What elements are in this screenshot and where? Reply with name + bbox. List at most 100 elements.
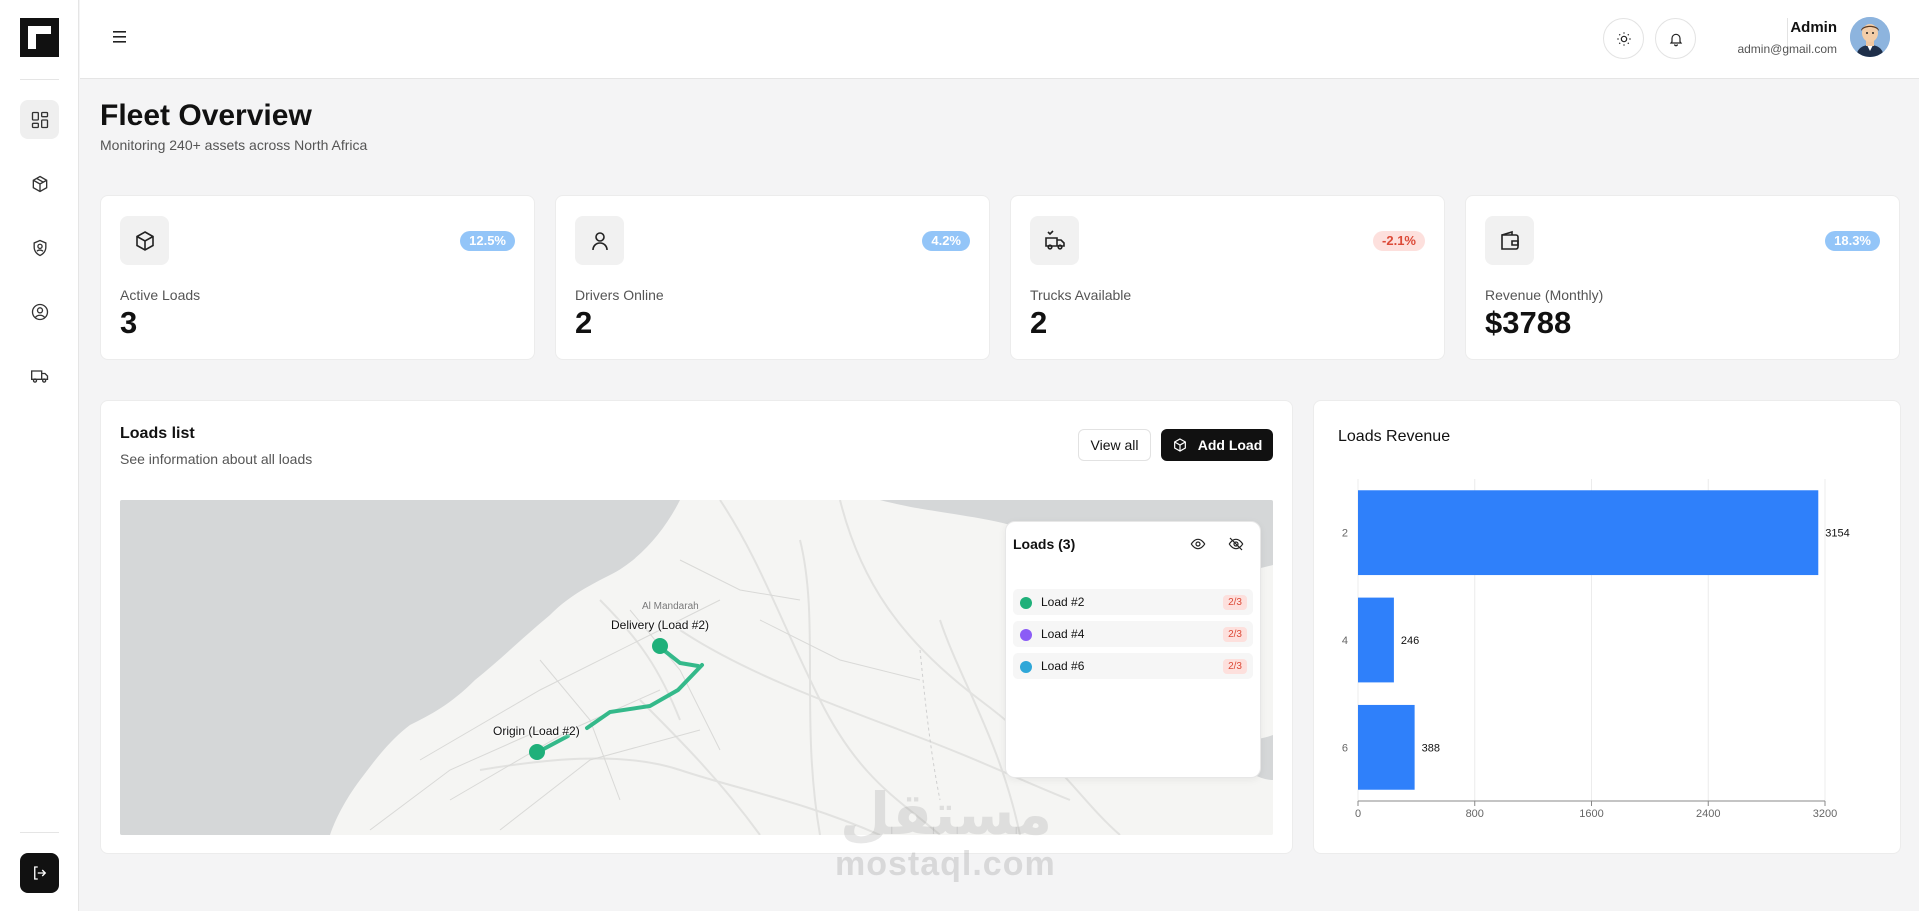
eye-icon (1190, 538, 1206, 550)
sidebar-divider (20, 832, 59, 833)
page-subtitle: Monitoring 240+ assets across North Afri… (100, 137, 368, 153)
load-count-badge: 2/3 (1223, 659, 1247, 674)
user-email: admin@gmail.com (1737, 42, 1837, 56)
shield-user-icon (33, 239, 46, 256)
load-name: Load #2 (1041, 595, 1085, 609)
stat-value: $3788 (1485, 305, 1572, 340)
stat-label: Revenue (Monthly) (1485, 287, 1604, 303)
data-label: 3154 (1825, 528, 1849, 540)
data-label: 388 (1422, 742, 1440, 754)
theme-toggle-button[interactable] (1603, 18, 1644, 59)
nav-drivers[interactable] (20, 292, 59, 331)
user-name: Admin (1790, 19, 1837, 36)
add-load-button[interactable]: Add Load (1161, 429, 1273, 461)
loads-list-card: Loads list See information about all loa… (100, 400, 1293, 854)
stat-card-trucks-available: -2.1% Trucks Available 2 (1010, 195, 1445, 360)
stat-icon (575, 216, 624, 265)
load-item[interactable]: Load #6 2/3 (1013, 653, 1253, 679)
stat-card-active-loads: 12.5% Active Loads 3 (100, 195, 535, 360)
delivery-marker[interactable] (652, 638, 668, 654)
x-tick-label: 0 (1355, 808, 1361, 820)
y-tick-label: 6 (1342, 742, 1348, 754)
load-color-dot (1020, 629, 1032, 641)
x-tick-label: 1600 (1579, 808, 1603, 820)
delivery-label: Delivery (Load #2) (611, 618, 710, 632)
stat-value: 3 (120, 305, 138, 340)
avatar-image (1850, 17, 1890, 57)
stat-value: 2 (575, 305, 593, 340)
x-tick-label: 2400 (1696, 808, 1720, 820)
bell-icon (1669, 33, 1682, 46)
box-icon (1173, 438, 1186, 452)
load-name: Load #6 (1041, 659, 1085, 673)
map-place-label: Al Mandarah (642, 601, 699, 612)
hide-all-button[interactable] (1226, 534, 1246, 554)
user-circle-icon (31, 303, 48, 320)
stat-value: 2 (1030, 305, 1048, 340)
y-tick-label: 2 (1342, 528, 1348, 540)
watermark: mostaql.com (835, 845, 1056, 883)
data-label: 246 (1401, 635, 1419, 647)
loads-panel-title: Loads (3) (1013, 536, 1076, 552)
nav-dashboard[interactable] (20, 100, 59, 139)
load-name: Load #4 (1041, 627, 1085, 641)
bar (1358, 597, 1394, 683)
app-logo[interactable] (20, 18, 59, 57)
truck-icon (30, 369, 48, 383)
user-icon (591, 231, 608, 250)
logout-button[interactable] (20, 853, 59, 893)
hamburger-icon (113, 31, 126, 43)
loads-revenue-card: Loads Revenue 0 800 1600 2400 3200 2 3154 4 246 6… (1313, 400, 1901, 854)
sidebar-divider (20, 79, 59, 80)
logout-icon (33, 866, 46, 880)
top-header: Admin admin@gmail.com (80, 0, 1919, 79)
watermark-arabic: مستقل (840, 782, 1053, 847)
change-badge: -2.1% (1373, 231, 1425, 251)
origin-marker[interactable] (529, 744, 545, 760)
sidebar (0, 0, 79, 911)
change-badge: 12.5% (460, 231, 515, 251)
nav-loads[interactable] (20, 164, 59, 203)
eye-off-icon (1228, 537, 1244, 551)
menu-toggle-button[interactable] (110, 27, 130, 47)
stat-label: Active Loads (120, 287, 201, 303)
add-load-label: Add Load (1197, 437, 1263, 453)
bar (1358, 490, 1819, 576)
wallet-icon (1500, 230, 1519, 250)
nav-trucks[interactable] (20, 356, 59, 395)
stat-card-drivers-online: 4.2% Drivers Online 2 (555, 195, 990, 360)
load-count-badge: 2/3 (1223, 627, 1247, 642)
load-item[interactable]: Load #2 2/3 (1013, 589, 1253, 615)
box-icon (135, 230, 154, 251)
sun-icon (1616, 31, 1631, 46)
x-tick-label: 3200 (1813, 808, 1837, 820)
loads-list-subtitle: See information about all loads (120, 451, 313, 467)
load-color-dot (1020, 661, 1032, 673)
change-badge: 4.2% (922, 231, 970, 251)
load-count-badge: 2/3 (1223, 595, 1247, 610)
stat-label: Drivers Online (575, 287, 664, 303)
avatar[interactable] (1850, 17, 1890, 57)
revenue-chart: 0 800 1600 2400 3200 2 3154 4 246 6 388 (1342, 479, 1850, 820)
loads-list-title: Loads list (120, 425, 195, 442)
stat-card-revenue: 18.3% Revenue (Monthly) $3788 (1465, 195, 1900, 360)
stat-icon (1485, 216, 1534, 265)
notifications-button[interactable] (1655, 18, 1696, 59)
y-tick-label: 4 (1342, 635, 1348, 647)
loads-map[interactable]: Al Mandarah Delivery (Load #2) Origin (L… (120, 500, 1273, 835)
stat-icon (120, 216, 169, 265)
dashboard-icon (31, 111, 48, 128)
show-all-button[interactable] (1188, 534, 1208, 554)
nav-security[interactable] (20, 228, 59, 267)
x-tick-label: 800 (1466, 808, 1484, 820)
truck-icon (1044, 229, 1065, 250)
box-icon (32, 175, 47, 192)
stat-icon (1030, 216, 1079, 265)
view-all-button[interactable]: View all (1078, 429, 1151, 461)
load-item[interactable]: Load #4 2/3 (1013, 621, 1253, 647)
load-color-dot (1020, 597, 1032, 609)
bar (1358, 704, 1415, 790)
change-badge: 18.3% (1825, 231, 1880, 251)
page-title: Fleet Overview (100, 99, 312, 132)
loads-panel: Loads (3) Load #2 2/3 Load #4 2/3 Load #… (1005, 521, 1261, 778)
